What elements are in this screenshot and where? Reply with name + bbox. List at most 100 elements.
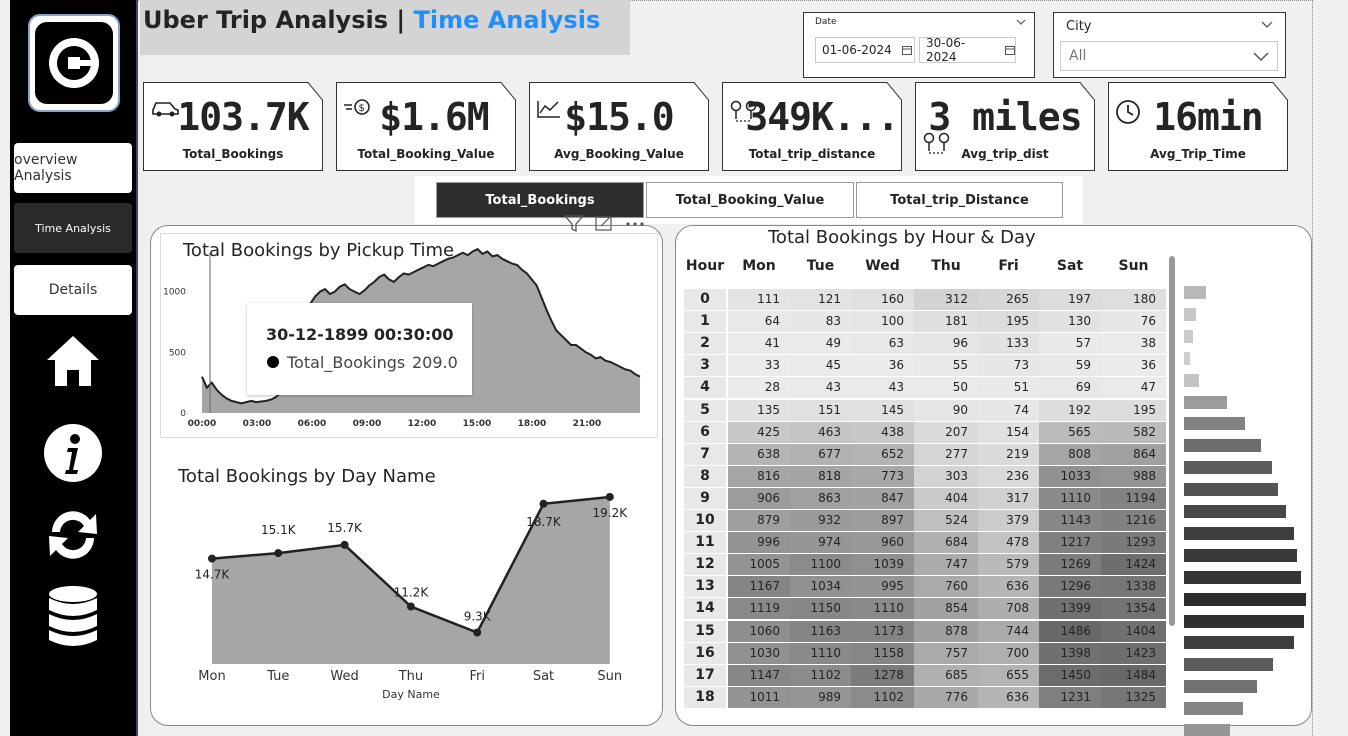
heatmap-cell[interactable]: 879 (728, 510, 790, 531)
heatmap-cell[interactable]: 478 (978, 532, 1039, 554)
heatmap-cell[interactable]: 1005 (728, 554, 790, 576)
heatmap-cell[interactable]: 1039 (851, 554, 914, 576)
heatmap-cell[interactable]: 130 (1039, 311, 1101, 333)
heatmap-cell[interactable]: 438 (851, 421, 914, 443)
heatmap-cell[interactable]: 1424 (1101, 554, 1166, 576)
heatmap-cell[interactable]: 906 (728, 487, 790, 509)
heatmap-cell[interactable]: 818 (790, 465, 851, 487)
heatmap-cell[interactable]: 1110 (851, 598, 914, 620)
heatmap-cell[interactable]: 100 (851, 311, 914, 333)
kpi-card-avg-trip-dist[interactable]: 3 miles Avg_trip_dist (915, 82, 1095, 171)
heatmap-cell[interactable]: 1423 (1101, 642, 1166, 664)
heatmap-cell[interactable]: 1143 (1039, 510, 1101, 531)
heatmap-cell[interactable]: 43 (790, 377, 851, 399)
heatmap-cell[interactable]: 1030 (728, 642, 790, 664)
heatmap-cell[interactable]: 524 (914, 510, 978, 531)
heatmap-cell[interactable]: 989 (790, 686, 851, 708)
database-icon[interactable] (38, 582, 108, 652)
heatmap-cell[interactable]: 96 (914, 333, 978, 355)
heatmap-cell[interactable]: 38 (1101, 333, 1166, 355)
heatmap-cell[interactable]: 579 (978, 554, 1039, 576)
heatmap-cell[interactable]: 55 (914, 355, 978, 377)
heatmap-cell[interactable]: 1163 (790, 620, 851, 642)
heatmap-cell[interactable]: 995 (851, 576, 914, 598)
heatmap-cell[interactable]: 1167 (728, 576, 790, 598)
heatmap-cell[interactable]: 1110 (790, 642, 851, 664)
heatmap-cell[interactable]: 1293 (1101, 532, 1166, 554)
heatmap-cell[interactable]: 1119 (728, 598, 790, 620)
heatmap-cell[interactable]: 1217 (1039, 532, 1101, 554)
heatmap-cell[interactable]: 69 (1039, 377, 1101, 399)
heatmap-cell[interactable]: 195 (1101, 399, 1166, 421)
tab-total-booking-value[interactable]: Total_Booking_Value (646, 182, 854, 218)
heatmap-cell[interactable]: 145 (851, 399, 914, 421)
heatmap-cell[interactable]: 1325 (1101, 686, 1166, 708)
heatmap-cell[interactable]: 1011 (728, 686, 790, 708)
heatmap-column-header[interactable]: Sat (1039, 258, 1101, 274)
heatmap-cell[interactable]: 1158 (851, 642, 914, 664)
info-icon[interactable] (38, 418, 108, 488)
heatmap-column-header[interactable]: Mon (728, 258, 790, 274)
heatmap-cell[interactable]: 236 (978, 465, 1039, 487)
heatmap-cell[interactable]: 1100 (790, 554, 851, 576)
heatmap-cell[interactable]: 582 (1101, 421, 1166, 443)
heatmap-cell[interactable]: 677 (790, 443, 851, 465)
data-point[interactable] (340, 540, 349, 549)
home-icon[interactable] (38, 325, 108, 395)
data-point[interactable] (473, 628, 482, 637)
heatmap-cell[interactable]: 36 (1101, 355, 1166, 377)
heatmap-cell[interactable]: 854 (914, 598, 978, 620)
heatmap-cell[interactable]: 878 (914, 620, 978, 642)
heatmap-cell[interactable]: 1231 (1039, 686, 1101, 708)
heatmap-column-header[interactable]: Thu (914, 258, 978, 274)
heatmap-cell[interactable]: 1278 (851, 664, 914, 686)
heatmap-cell[interactable]: 64 (728, 311, 790, 333)
heatmap-cell[interactable]: 36 (851, 355, 914, 377)
heatmap-cell[interactable]: 864 (1101, 443, 1166, 465)
day-name-line-chart[interactable]: 14.7K Mon 15.1K Tue 15.7K Wed 11.2K Thu 9.3K Fri 1… (160, 480, 658, 710)
heatmap-cell[interactable]: 49 (790, 333, 851, 355)
heatmap-cell[interactable]: 700 (978, 642, 1039, 664)
heatmap-cell[interactable]: 59 (1039, 355, 1101, 377)
heatmap-cell[interactable]: 404 (914, 487, 978, 509)
heatmap-cell[interactable]: 135 (728, 399, 790, 421)
heatmap-cell[interactable]: 312 (914, 289, 978, 310)
data-point[interactable] (208, 554, 216, 563)
data-point[interactable] (274, 549, 283, 558)
data-point[interactable] (406, 602, 415, 611)
heatmap-cell[interactable]: 996 (728, 532, 790, 554)
heatmap-cell[interactable]: 776 (914, 686, 978, 708)
heatmap-cell[interactable]: 303 (914, 465, 978, 487)
date-end-field[interactable]: 30-06-2024 (919, 36, 1016, 64)
heatmap-cell[interactable]: 1033 (1039, 465, 1101, 487)
vertical-scrollbar[interactable] (1169, 256, 1175, 626)
heatmap-cell[interactable]: 51 (978, 377, 1039, 399)
heatmap-cell[interactable]: 219 (978, 443, 1039, 465)
heatmap-cell[interactable]: 1173 (851, 620, 914, 642)
heatmap-cell[interactable]: 1399 (1039, 598, 1101, 620)
heatmap-cell[interactable]: 932 (790, 510, 851, 531)
heatmap-cell[interactable]: 1102 (790, 664, 851, 686)
kpi-card-total-booking-value[interactable]: $ $1.6M Total_Booking_Value (336, 82, 516, 171)
filter-icon[interactable] (564, 214, 584, 232)
heatmap-cell[interactable]: 684 (914, 532, 978, 554)
heatmap-cell[interactable]: 41 (728, 333, 790, 355)
heatmap-cell[interactable]: 154 (978, 421, 1039, 443)
nav-details[interactable]: Details (14, 265, 132, 315)
heatmap-cell[interactable]: 463 (790, 421, 851, 443)
kpi-card-total-bookings[interactable]: 103.7K Total_Bookings (143, 82, 323, 171)
heatmap-cell[interactable]: 160 (851, 289, 914, 310)
heatmap-cell[interactable]: 133 (978, 333, 1039, 355)
heatmap-cell[interactable]: 207 (914, 421, 978, 443)
heatmap-cell[interactable]: 652 (851, 443, 914, 465)
heatmap-cell[interactable]: 50 (914, 377, 978, 399)
heatmap-cell[interactable]: 181 (914, 311, 978, 333)
heatmap-cell[interactable]: 265 (978, 289, 1039, 310)
heatmap-cell[interactable]: 1269 (1039, 554, 1101, 576)
heatmap-cell[interactable]: 816 (728, 465, 790, 487)
chevron-down-icon[interactable] (1261, 21, 1273, 29)
heatmap-cell[interactable]: 76 (1101, 311, 1166, 333)
heatmap-cell[interactable]: 685 (914, 664, 978, 686)
kpi-card-avg-trip-time[interactable]: 16min Avg_Trip_Time (1108, 82, 1288, 171)
heatmap-cell[interactable]: 1194 (1101, 487, 1166, 509)
